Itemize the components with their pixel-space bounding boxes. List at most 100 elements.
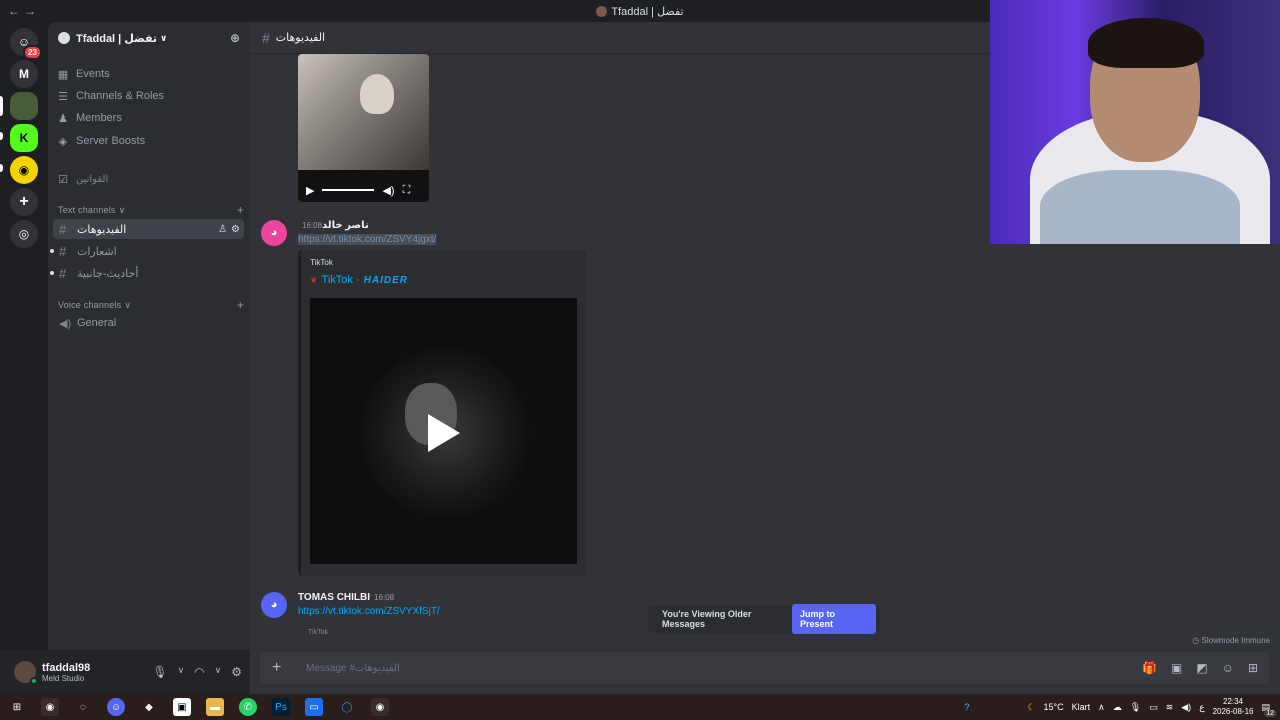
server-yellow-button[interactable]: ◉: [10, 156, 38, 184]
jump-to-present-button[interactable]: Jump to Present: [792, 604, 876, 634]
message-author[interactable]: TOMAS CHILBI 16:08: [298, 592, 394, 603]
app-ring-icon[interactable]: ◯: [338, 698, 356, 716]
help-icon[interactable]: ?: [964, 702, 969, 712]
notification-count: 12: [1264, 709, 1276, 717]
clock[interactable]: 22:34 2026-08-16: [1213, 697, 1254, 717]
add-channel-icon[interactable]: +: [237, 203, 244, 217]
discord-icon[interactable]: ☺: [107, 698, 125, 716]
mic-tray-icon[interactable]: 🎙: [1130, 702, 1141, 713]
menu-item-members[interactable]: ♟ Members: [56, 108, 244, 128]
add-server-button[interactable]: +: [10, 188, 38, 216]
chrome-icon[interactable]: ◉: [41, 698, 59, 716]
window-title-text: Tfaddal | تفضل: [611, 5, 684, 18]
notification-icon[interactable]: ▤ 12: [1261, 702, 1276, 717]
embed-author[interactable]: ❦ TikTok · HAIDER: [310, 274, 408, 286]
play-icon[interactable]: ▶: [306, 184, 314, 197]
server-header[interactable]: Tfaddal | تفضل ∨ ⊕: [48, 22, 250, 54]
username: tfaddal98: [42, 661, 91, 674]
apps-icon[interactable]: ⊞: [1248, 661, 1258, 675]
server-rail: ☺ 23 M K ◉ + ◎: [0, 22, 48, 694]
message-link[interactable]: https://vt.tiktok.com/ZSVY4jgxt/: [298, 234, 437, 245]
language-indicator[interactable]: ع: [1199, 702, 1204, 713]
emoji-icon[interactable]: ☺: [1222, 661, 1234, 675]
cloud-icon[interactable]: ☁: [1113, 702, 1122, 713]
invite-people-icon[interactable]: ⊕: [230, 31, 240, 45]
server-badge-icon: [58, 32, 70, 44]
unread-indicator: [0, 164, 3, 172]
avatar[interactable]: ◕: [261, 592, 287, 618]
microphone-icon[interactable]: 🎙: [152, 665, 167, 679]
system-tray: ? ☾ 15°C Klart ∧ ☁ 🎙 ▭ ≋ ◀) ع 22:34 2026…: [964, 694, 1280, 720]
headphones-icon[interactable]: ◠: [194, 665, 204, 679]
menu-item-label: Channels & Roles: [76, 90, 165, 102]
clock-time: 22:34: [1223, 697, 1244, 706]
category-voice-channels[interactable]: Voice channels ∨ +: [58, 298, 244, 312]
server-tfaddal-button[interactable]: [10, 92, 38, 120]
server-kick-button[interactable]: K: [10, 124, 38, 152]
voice-channel-general[interactable]: ◀) General: [53, 313, 244, 333]
server-m-button[interactable]: M: [10, 60, 38, 88]
volume-tray-icon[interactable]: ◀): [1181, 702, 1191, 713]
volume-icon[interactable]: ◀): [382, 184, 394, 197]
capcut-icon[interactable]: ◆: [140, 698, 158, 716]
menu-item-server-boosts[interactable]: ◈ Server Boosts: [56, 131, 244, 151]
taskbar: ⊞ ◉ ◌ ☺ ◆ ▣ ▬ ✆ Ps ▭ ◯ ◉ ? ☾ 15°C Klart …: [0, 694, 1280, 720]
chrome-alt-icon[interactable]: ◉: [371, 698, 389, 716]
chevron-down-icon[interactable]: ∨: [178, 665, 185, 679]
avatar[interactable]: [14, 661, 38, 685]
older-messages-bar: You're Viewing Older Messages Jump to Pr…: [648, 604, 880, 634]
video-attachment[interactable]: ▶ ◀) ⛶: [298, 54, 429, 202]
avatar[interactable]: ◕: [261, 220, 287, 246]
message-timestamp: 16:08: [374, 593, 395, 602]
explore-servers-button[interactable]: ◎: [10, 220, 38, 248]
message-link[interactable]: https://vt.tiktok.com/ZSVYXfSjT/: [298, 606, 440, 617]
menu-item-channels-roles[interactable]: ☰ Channels & Roles: [56, 86, 244, 106]
fullscreen-icon[interactable]: ⛶: [403, 184, 411, 197]
link-embed: TikTok ❦ TikTok · HAIDER: [298, 250, 586, 576]
category-text-channels[interactable]: Text channels ∨ +: [58, 203, 244, 217]
weather-desc[interactable]: Klart: [1072, 702, 1091, 712]
start-windows-icon[interactable]: ⊞: [8, 698, 26, 716]
invite-icon[interactable]: ♙: [218, 224, 227, 235]
direct-messages-button[interactable]: ☺ 23: [10, 28, 42, 60]
embed-author-name: HAIDER: [363, 274, 408, 286]
video-thumbnail: [298, 54, 429, 170]
channel-rules[interactable]: ☑ القوانين: [56, 169, 244, 189]
message-input[interactable]: Message #الفيديوهات: [306, 663, 400, 674]
channel-side-talk[interactable]: # أحاديث-جانبية: [50, 263, 244, 283]
channel-label: القوانين: [76, 173, 109, 185]
chevron-up-icon[interactable]: ∧: [1098, 702, 1105, 713]
add-channel-icon[interactable]: +: [237, 298, 244, 312]
gif-icon[interactable]: ▣: [1171, 661, 1182, 675]
wifi-icon[interactable]: ≋: [1166, 702, 1174, 713]
gear-icon[interactable]: ⚙: [231, 224, 240, 235]
menu-item-events[interactable]: ▦ Events: [56, 64, 244, 84]
user-settings-gear-icon[interactable]: ⚙: [231, 665, 242, 679]
server-name: Tfaddal | تفضل: [76, 32, 158, 45]
app-circle-icon[interactable]: ◌: [74, 698, 92, 716]
embed-video-thumbnail[interactable]: [310, 298, 577, 564]
weather-icon: ☾: [1027, 701, 1036, 712]
weather-temp[interactable]: 15°C: [1044, 702, 1064, 712]
play-icon[interactable]: [428, 414, 460, 452]
whatsapp-icon[interactable]: ✆: [239, 698, 257, 716]
folder-icon[interactable]: ▬: [206, 698, 224, 716]
embed-author-prefix: TikTok ·: [321, 274, 360, 286]
clock-date: 2026-08-16: [1212, 707, 1254, 716]
video-progress-slider[interactable]: [322, 189, 375, 191]
message-composer[interactable]: + Message #الفيديوهات 🎁 ▣ ◩ ☺ ⊞: [260, 652, 1270, 684]
chevron-down-icon[interactable]: ∨: [215, 665, 222, 679]
channel-videos[interactable]: # الفيديوهات ♙ ⚙: [53, 219, 244, 239]
sticker-icon[interactable]: ◩: [1196, 661, 1207, 675]
chevron-down-icon: ∨: [160, 32, 168, 43]
app-box-icon[interactable]: ▣: [173, 698, 191, 716]
chevron-down-icon: ∨: [118, 204, 126, 215]
display-icon[interactable]: ▭: [1149, 702, 1158, 713]
channel-notifications[interactable]: # اشعارات: [50, 241, 244, 261]
app-window-icon[interactable]: ▭: [305, 698, 323, 716]
gift-icon[interactable]: 🎁: [1142, 661, 1157, 675]
add-attachment-icon[interactable]: +: [272, 659, 292, 677]
message-author[interactable]: ناصر خالد16:08: [298, 220, 369, 231]
hash-icon: #: [59, 243, 67, 259]
photoshop-icon[interactable]: Ps: [272, 698, 290, 716]
